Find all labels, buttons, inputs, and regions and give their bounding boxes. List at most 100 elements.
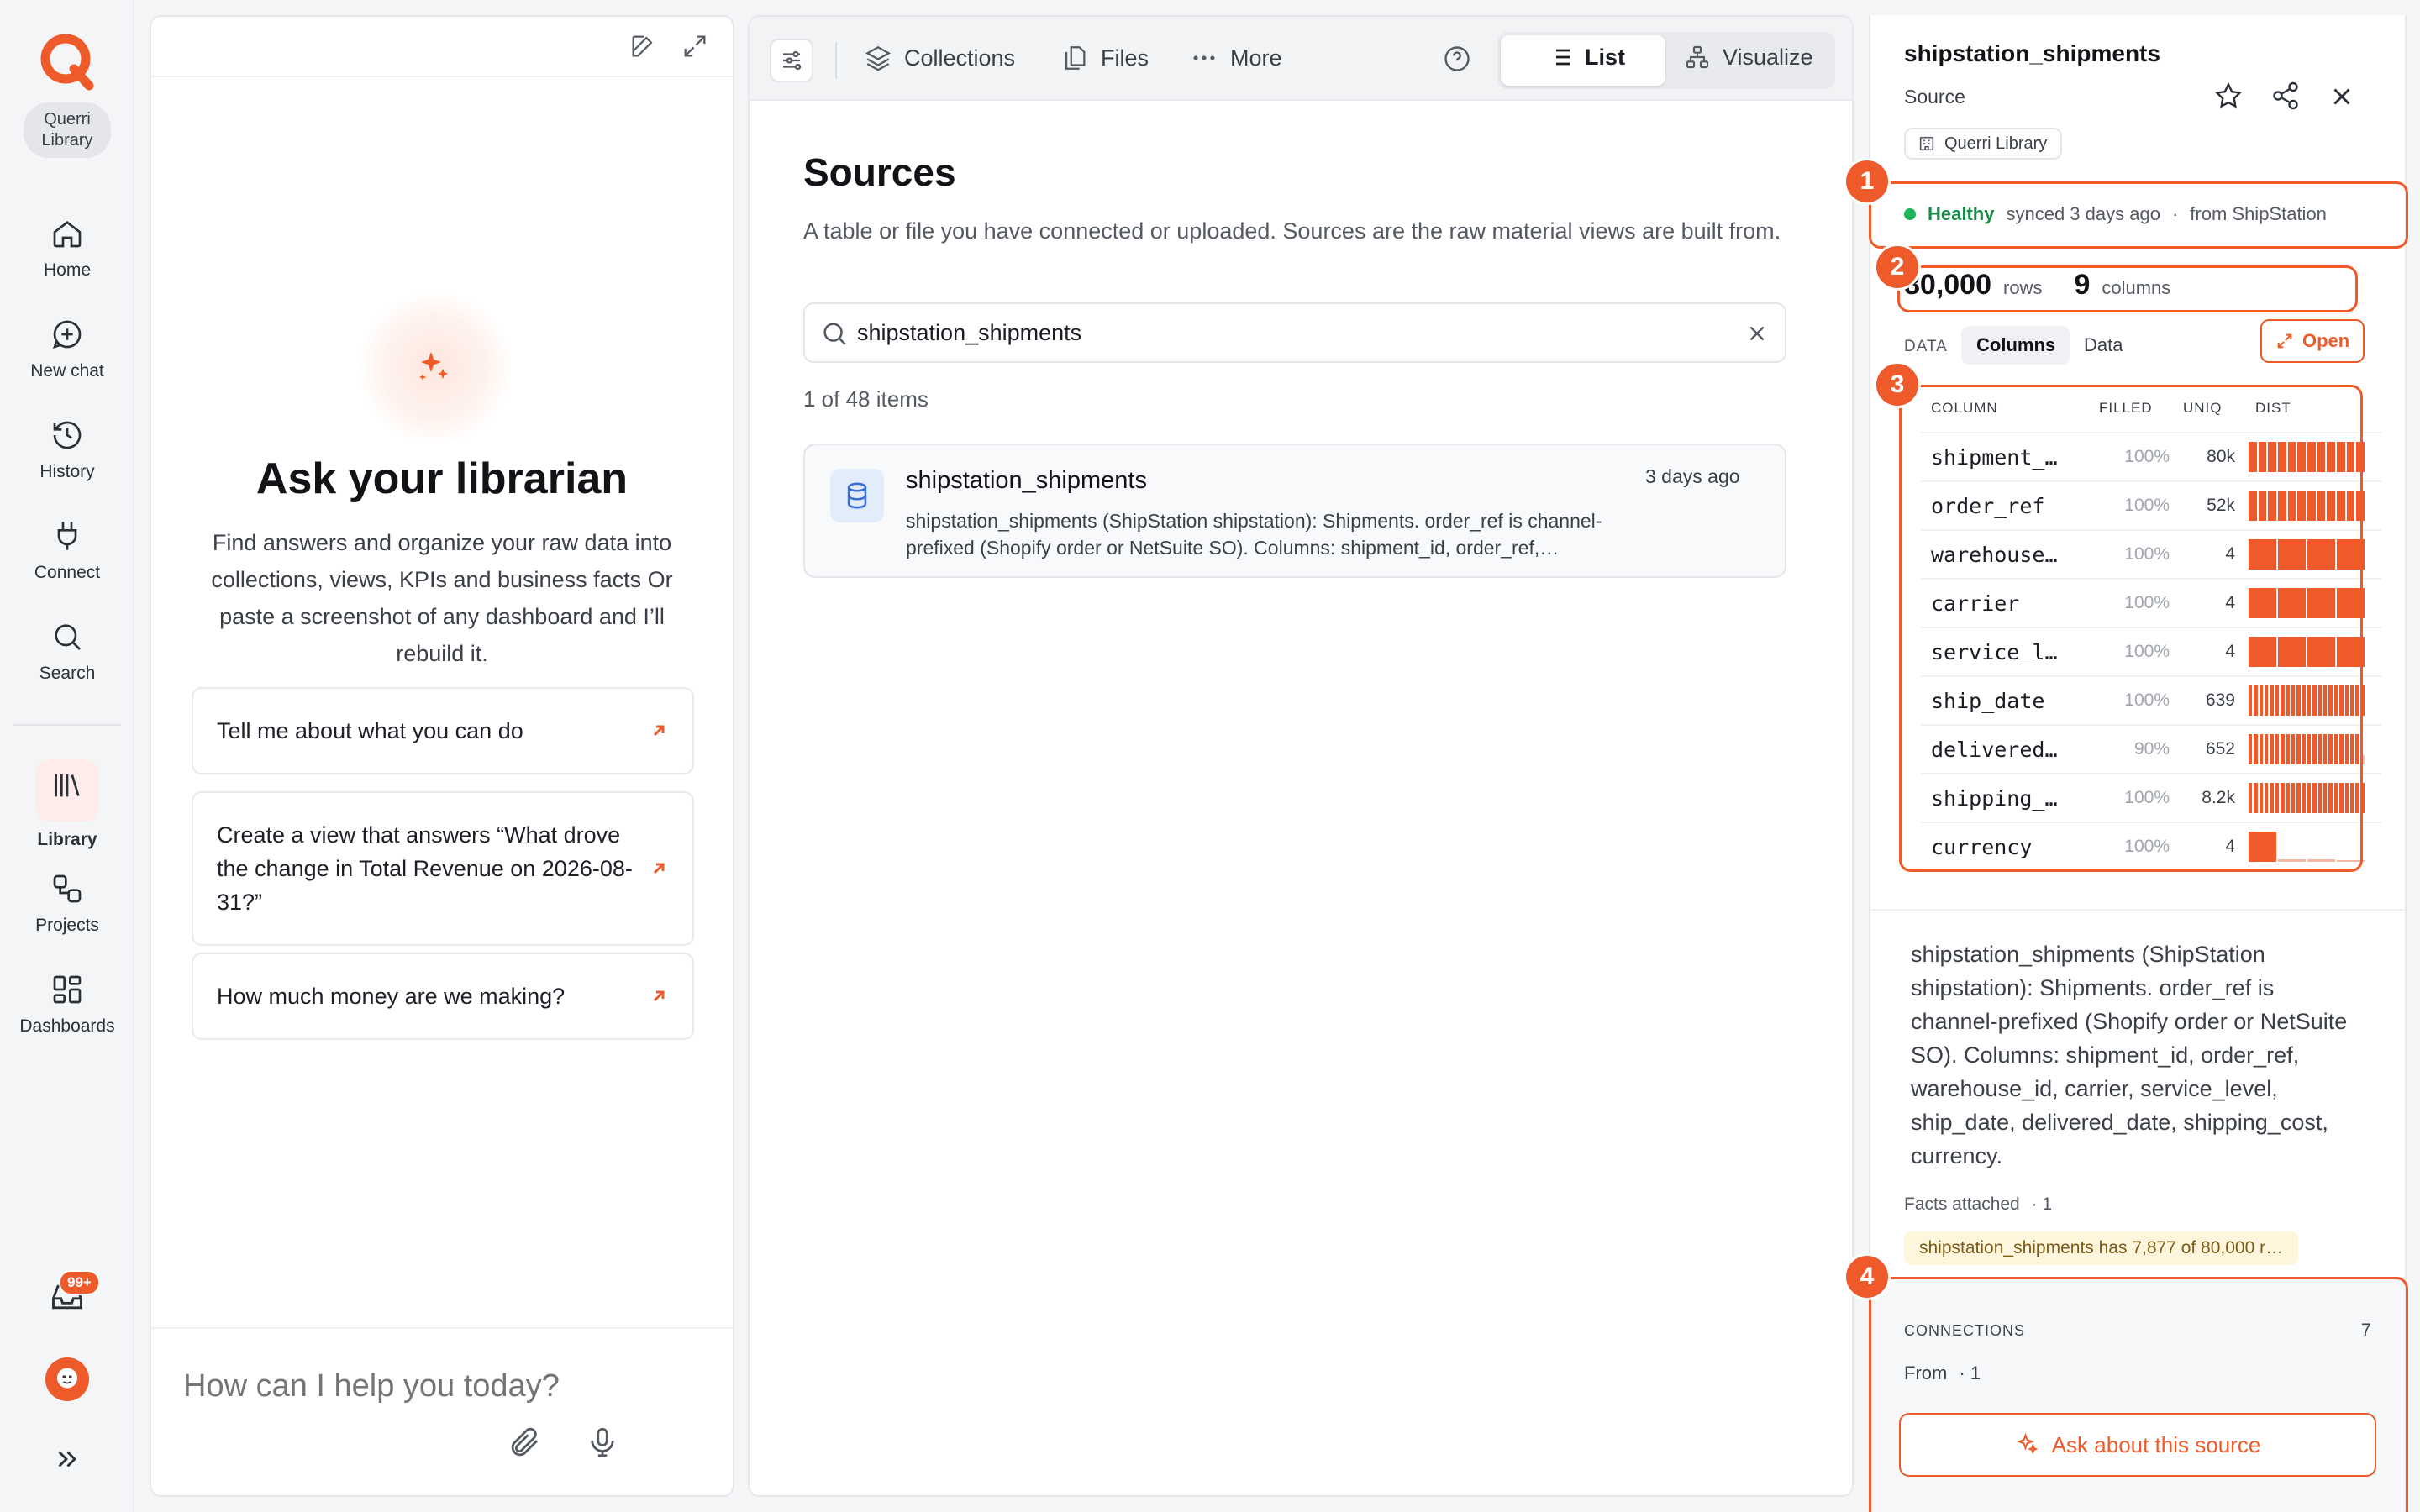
dashboards-icon: [53, 975, 82, 1004]
callout-outline-3: [1899, 385, 2363, 872]
chat-panel: Ask your librarian Find answers and orga…: [150, 15, 734, 1497]
querri-logo-icon[interactable]: [37, 30, 97, 91]
sources-search[interactable]: [803, 302, 1786, 363]
source-description: shipstation_shipments (ShipStation ships…: [1911, 942, 2348, 1168]
collections-label: Collections: [904, 45, 1016, 71]
building-icon: [1919, 136, 1934, 151]
detail-title: shipstation_shipments: [1904, 40, 2160, 66]
visualize-tab[interactable]: Visualize: [1684, 44, 1813, 71]
source-desc-line2: prefixed (Shopify order or NetSuite SO).…: [906, 537, 1560, 559]
columns-tab[interactable]: Columns: [1961, 326, 2071, 365]
expand-icon: [2277, 333, 2292, 349]
library-toolbar: Collections Files More List Visualize: [750, 17, 1852, 101]
expand-icon: [684, 35, 706, 57]
more-tab[interactable]: More: [1190, 44, 1282, 72]
microphone-icon: [591, 1427, 614, 1457]
inbox-badge: 99+: [59, 1270, 100, 1295]
callout-outline-2: [1897, 265, 2358, 312]
double-chevron-right-icon: [58, 1451, 76, 1467]
close-panel-button[interactable]: [2328, 82, 2356, 111]
nav-label-library: Library: [37, 830, 97, 849]
home-icon: [53, 220, 82, 248]
composer-divider: [151, 1327, 733, 1329]
visualize-label: Visualize: [1723, 44, 1813, 70]
clear-search-icon[interactable]: [1744, 321, 1770, 346]
library-tag-label: Querri Library: [1944, 134, 2048, 153]
new-chat-icon: [52, 320, 82, 349]
detail-type: Source: [1904, 86, 1965, 108]
sources-title: Sources: [803, 150, 956, 194]
paperclip-icon: [511, 1427, 538, 1457]
nav-item-home[interactable]: Home: [0, 217, 134, 281]
edit-chat-button[interactable]: [629, 32, 657, 60]
source-detail-panel: shipstation_shipments Source Querri Libr…: [1844, 15, 2408, 1512]
more-label: More: [1230, 45, 1282, 71]
nav-item-library[interactable]: Library: [0, 759, 134, 850]
graph-icon: [1686, 45, 1709, 69]
list-tab[interactable]: List: [1546, 44, 1625, 71]
share-button[interactable]: [2270, 81, 2301, 111]
open-label: Open: [2302, 330, 2350, 351]
data-section-label: DATA: [1904, 338, 1948, 355]
microphone-button[interactable]: [585, 1425, 620, 1460]
open-button[interactable]: Open: [2260, 319, 2365, 363]
favorite-button[interactable]: [2213, 81, 2244, 111]
list-label: List: [1585, 44, 1626, 70]
nav-item-new-chat[interactable]: New chat: [0, 318, 134, 381]
nav-divider: [13, 724, 121, 726]
workspace-chip[interactable]: Querri Library: [24, 102, 111, 158]
help-button[interactable]: [1442, 44, 1472, 74]
callout-badge-2: 2: [1874, 244, 1921, 291]
files-icon: [1065, 46, 1086, 70]
star-icon: [2214, 81, 2243, 108]
nav-item-history[interactable]: History: [0, 418, 134, 482]
help-icon: [1444, 46, 1470, 71]
source-card[interactable]: shipstation_shipments shipstation_shipme…: [803, 444, 1786, 578]
projects-icon: [53, 874, 82, 903]
nav-item-dashboards[interactable]: Dashboards: [0, 973, 134, 1037]
files-label: Files: [1101, 45, 1150, 71]
section-divider: [1870, 909, 2405, 911]
suggestion-card[interactable]: Tell me about what you can do: [192, 687, 694, 774]
nav-label-new-chat: New chat: [30, 361, 104, 381]
source-time: 3 days ago: [1645, 465, 1740, 487]
arrow-up-right-icon: [653, 863, 665, 874]
fact-chip[interactable]: shipstation_shipments has 7,877 of 80,00…: [1904, 1231, 2299, 1265]
expand-chat-button[interactable]: [681, 32, 709, 60]
nav-item-connect[interactable]: Connect: [0, 519, 134, 583]
suggestion-text: Tell me about what you can do: [217, 718, 523, 743]
database-icon-wrap: [830, 469, 884, 522]
nav-label-search: Search: [39, 664, 96, 683]
toolbar-divider: [835, 42, 837, 79]
suggestion-text: Create a view that answers “What drove t…: [217, 822, 633, 915]
nav-item-projects[interactable]: Projects: [0, 872, 134, 936]
nav-label-history: History: [39, 462, 95, 481]
arrow-up-right-icon: [653, 725, 665, 737]
suggestion-card[interactable]: Create a view that answers “What drove t…: [192, 791, 694, 946]
filters-button[interactable]: [770, 39, 813, 82]
layers-icon: [865, 45, 892, 71]
suggestion-card[interactable]: How much money are we making?: [192, 953, 694, 1040]
nav-label-dashboards: Dashboards: [19, 1016, 115, 1036]
results-count: 1 of 48 items: [803, 386, 929, 412]
facts-label-row: Facts attached · 1: [1904, 1194, 2052, 1215]
chat-input[interactable]: [183, 1352, 696, 1420]
sources-panel: Collections Files More List Visualize So…: [748, 15, 1854, 1497]
library-icon: [55, 774, 80, 797]
sources-search-input[interactable]: [857, 314, 1697, 351]
attach-button[interactable]: [508, 1425, 543, 1460]
facts-count: · 1: [2031, 1194, 2053, 1214]
expand-nav-button[interactable]: [52, 1445, 81, 1473]
library-tag[interactable]: Querri Library: [1904, 128, 2063, 160]
sliders-icon: [783, 50, 802, 71]
search-icon: [823, 323, 846, 345]
nav-label-home: Home: [43, 260, 92, 280]
nav-item-search[interactable]: Search: [0, 620, 134, 684]
data-tab[interactable]: Data: [2072, 326, 2134, 365]
suggestion-text: How much money are we making?: [217, 984, 566, 1009]
left-nav: Querri Library Home New chat History Con…: [0, 0, 134, 1512]
collections-tab[interactable]: Collections: [864, 44, 1015, 72]
user-avatar[interactable]: [45, 1357, 89, 1401]
ellipsis-icon: [1193, 55, 1215, 60]
files-tab[interactable]: Files: [1060, 44, 1149, 72]
